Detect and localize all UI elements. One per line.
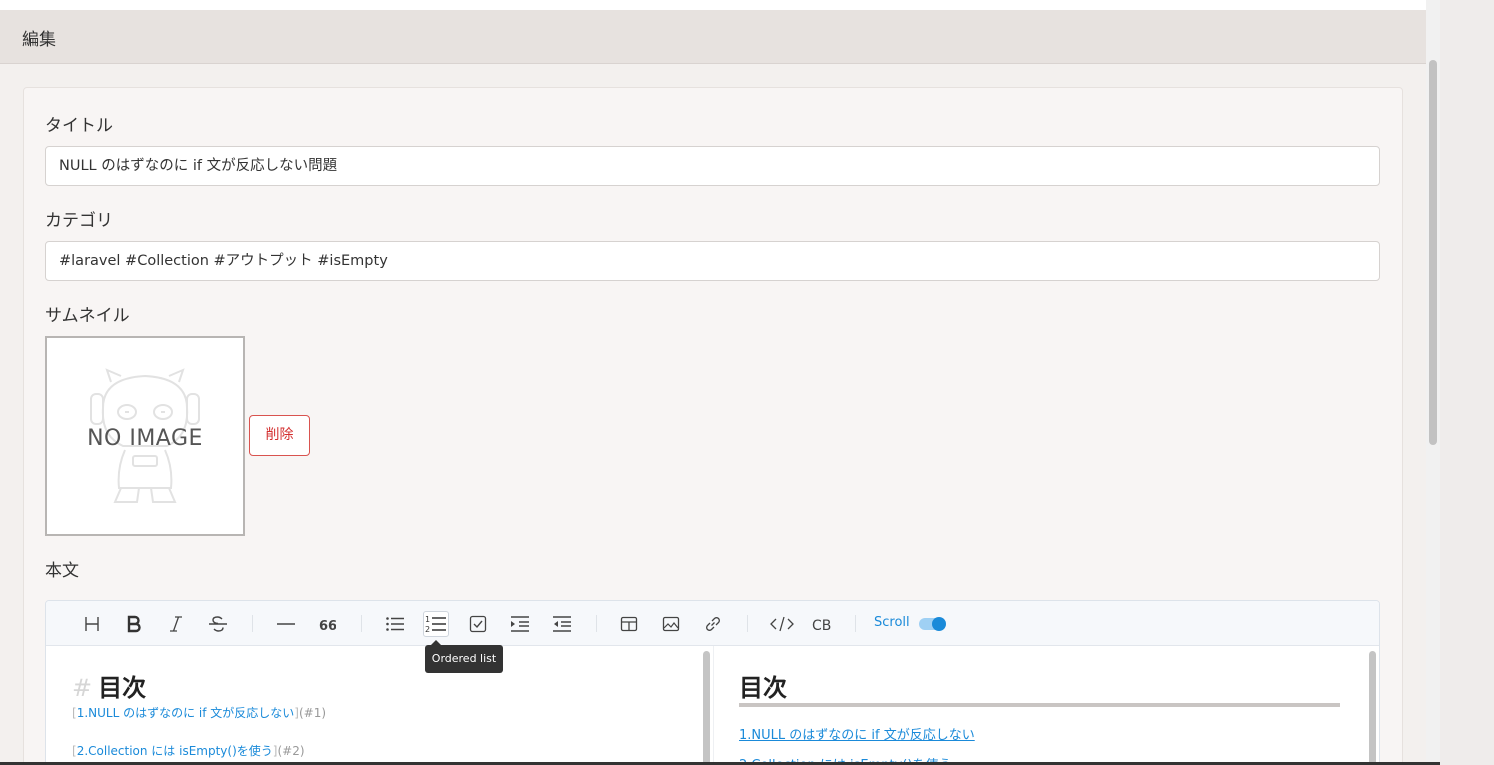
svg-text:2: 2	[425, 625, 430, 634]
markdown-link-line: [2.Collection には isEmpty()を使う](#2)	[72, 744, 305, 758]
blockquote-button[interactable]: 66	[314, 611, 340, 637]
page-title: 編集	[22, 30, 56, 50]
markdown-pane[interactable]: # 目次 [1.NULL のはずなのに if 文が反応しない](#1) [2.Co…	[46, 646, 713, 765]
indent-button[interactable]	[507, 611, 533, 637]
heading-button[interactable]	[79, 611, 105, 637]
thumbnail-image[interactable]: NO IMAGE	[45, 336, 245, 536]
svg-text:CB: CB	[812, 618, 831, 633]
horizontal-rule-button[interactable]	[273, 611, 299, 637]
task-list-icon	[469, 615, 487, 633]
editor-toolbar: 66 12 CB Scroll	[46, 601, 1379, 646]
code-block-button[interactable]: CB	[808, 611, 836, 637]
markdown-link-ref: (#2)	[277, 744, 305, 758]
link-icon	[706, 617, 720, 631]
bullet-list-button[interactable]	[382, 611, 408, 637]
toolbar-separator	[596, 615, 597, 632]
markdown-heading: # 目次	[72, 668, 146, 703]
preview-pane: 目次 1.NULL のはずなのに if 文が反応しない 2.Collection…	[713, 646, 1379, 765]
category-label: カテゴリ	[45, 211, 113, 231]
top-bar	[0, 0, 1426, 10]
page-scrollbar-thumb[interactable]	[1429, 60, 1437, 445]
strikethrough-button[interactable]	[205, 611, 231, 637]
preview-heading-rule	[739, 703, 1340, 707]
toolbar-separator	[252, 615, 253, 632]
blockquote-icon: 66	[319, 619, 336, 633]
indent-icon	[511, 616, 529, 632]
bullet-list-icon	[386, 617, 404, 631]
svg-text:66: 66	[319, 619, 336, 633]
scroll-sync-toggle[interactable]	[919, 617, 946, 631]
code-icon	[770, 616, 794, 632]
scroll-sync-label: Scroll	[874, 615, 910, 630]
markdown-link-line: [1.NULL のはずなのに if 文が反応しない](#1)	[72, 706, 327, 720]
preview-pane-scrollbar[interactable]	[1369, 651, 1376, 765]
toggle-knob	[932, 617, 946, 631]
italic-button[interactable]	[163, 611, 189, 637]
toolbar-separator	[747, 615, 748, 632]
body-label: 本文	[45, 561, 79, 581]
markdown-editor: 66 12 CB Scroll # 目次 [1.NULL のはずなのに if 文…	[45, 600, 1380, 765]
bold-button[interactable]	[121, 611, 147, 637]
image-icon	[662, 616, 680, 632]
outdent-button[interactable]	[549, 611, 575, 637]
svg-text:1: 1	[425, 615, 430, 624]
toolbar-separator	[361, 615, 362, 632]
markdown-link-ref: (#1)	[298, 706, 327, 720]
italic-icon	[170, 616, 182, 632]
markdown-link-text: 2.Collection には isEmpty()を使う	[76, 744, 273, 758]
table-icon	[620, 616, 638, 632]
horizontal-rule-icon	[277, 623, 295, 625]
card-header: 編集	[0, 10, 1426, 64]
heading-hash: #	[72, 674, 93, 702]
link-button[interactable]	[700, 611, 726, 637]
page-scrollbar[interactable]	[1426, 0, 1440, 765]
markdown-heading-text: 目次	[98, 674, 147, 702]
no-image-text: NO IMAGE	[87, 426, 203, 451]
code-button[interactable]	[766, 611, 798, 637]
title-label: タイトル	[45, 116, 113, 136]
ordered-list-tooltip: Ordered list	[425, 640, 503, 673]
bold-icon	[127, 615, 141, 633]
strikethrough-icon	[209, 616, 227, 632]
table-button[interactable]	[616, 611, 642, 637]
thumbnail-label: サムネイル	[45, 306, 130, 326]
markdown-link-text: 1.NULL のはずなのに if 文が反応しない	[76, 706, 295, 720]
image-button[interactable]	[658, 611, 684, 637]
ordered-list-icon: 12	[425, 615, 446, 634]
preview-toc-link[interactable]: 1.NULL のはずなのに if 文が反応しない	[739, 724, 975, 743]
code-block-icon: CB	[812, 618, 831, 633]
category-input[interactable]: #laravel #Collection #アウトプット #isEmpty	[45, 241, 1380, 281]
markdown-pane-scrollbar[interactable]	[703, 651, 710, 765]
main-content: 編集 タイトル NULL のはずなのに if 文が反応しない問題 カテゴリ #l…	[0, 0, 1426, 765]
task-list-button[interactable]	[465, 611, 491, 637]
preview-heading: 目次	[739, 674, 787, 702]
outdent-icon	[553, 616, 571, 632]
right-gutter	[1440, 0, 1494, 765]
delete-thumbnail-button[interactable]: 削除	[249, 415, 310, 456]
title-input[interactable]: NULL のはずなのに if 文が反応しない問題	[45, 146, 1380, 186]
toolbar-separator	[855, 615, 856, 632]
ordered-list-button[interactable]: 12	[423, 611, 449, 637]
heading-icon	[85, 617, 99, 631]
